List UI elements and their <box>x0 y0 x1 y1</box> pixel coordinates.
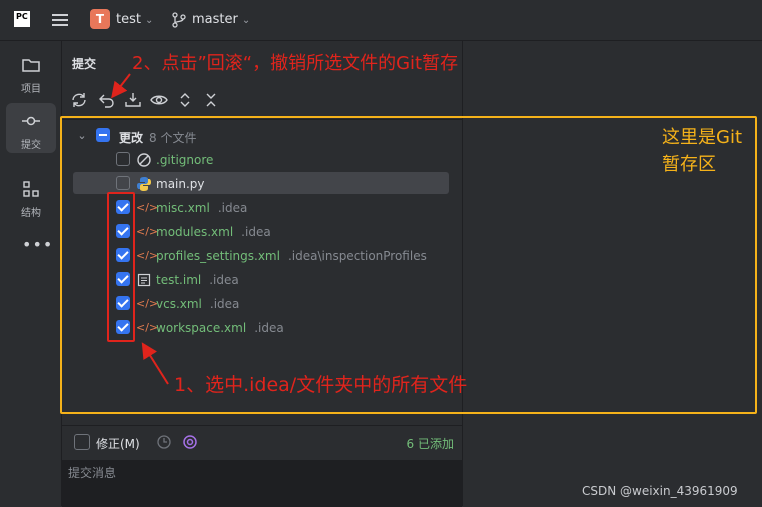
commit-icon <box>22 116 40 126</box>
main-menu-icon[interactable] <box>52 11 68 27</box>
watermark: CSDN @weixin_43961909 <box>582 484 738 498</box>
tool-commit-label: 提交 <box>21 140 41 151</box>
eye-icon[interactable] <box>150 91 168 109</box>
shelve-icon[interactable] <box>124 91 142 109</box>
panel-title: 提交 <box>72 57 97 71</box>
collapse-all-icon[interactable] <box>202 91 220 109</box>
branch-selector[interactable]: master ⌄ <box>192 12 250 27</box>
commit-footer: 修正(M) 6 已添加 提交消息 <box>62 425 462 507</box>
project-name: test <box>116 12 141 27</box>
expand-all-icon[interactable] <box>176 91 194 109</box>
rollback-icon[interactable] <box>98 91 116 109</box>
checked-files-highlight <box>107 192 135 342</box>
rollback-note: 2、点击”回滚“，撤销所选文件的Git暂存 <box>132 53 459 74</box>
tool-structure-label: 结构 <box>21 208 41 219</box>
chevron-down-icon: ⌄ <box>241 15 251 26</box>
project-selector[interactable]: test ⌄ <box>116 12 153 27</box>
chevron-down-icon: ⌄ <box>144 15 154 26</box>
commit-message-placeholder: 提交消息 <box>68 466 117 480</box>
top-bar: PC T test ⌄ master ⌄ <box>0 0 762 41</box>
amend-label[interactable]: 修正(M) <box>96 435 140 452</box>
folder-icon <box>22 59 40 72</box>
commit-message-input[interactable]: 提交消息 <box>62 460 462 507</box>
staging-area-note: 这里是Git 暂存区 <box>662 127 743 175</box>
pycharm-logo: PC <box>14 11 30 27</box>
tool-structure[interactable]: 结构 <box>6 171 56 221</box>
amend-checkbox[interactable] <box>74 434 90 450</box>
branch-name: master <box>192 12 238 27</box>
git-branch-icon <box>172 12 186 28</box>
project-avatar[interactable]: T <box>90 9 110 29</box>
clock-icon[interactable] <box>156 434 172 450</box>
select-files-note: 1、选中.idea/文件夹中的所有文件 <box>174 374 468 396</box>
ai-assistant-icon[interactable] <box>182 434 198 450</box>
tool-commit[interactable]: 提交 <box>6 103 56 153</box>
more-tools-icon[interactable]: ••• <box>22 235 53 254</box>
left-tool-window-bar: 项目 提交 结构 ••• <box>0 41 62 506</box>
added-status: 6 已添加 <box>406 437 454 451</box>
refresh-icon[interactable] <box>70 91 88 109</box>
tool-project-label: 项目 <box>21 84 41 95</box>
tool-project[interactable]: 项目 <box>6 47 56 97</box>
structure-icon <box>23 181 39 197</box>
